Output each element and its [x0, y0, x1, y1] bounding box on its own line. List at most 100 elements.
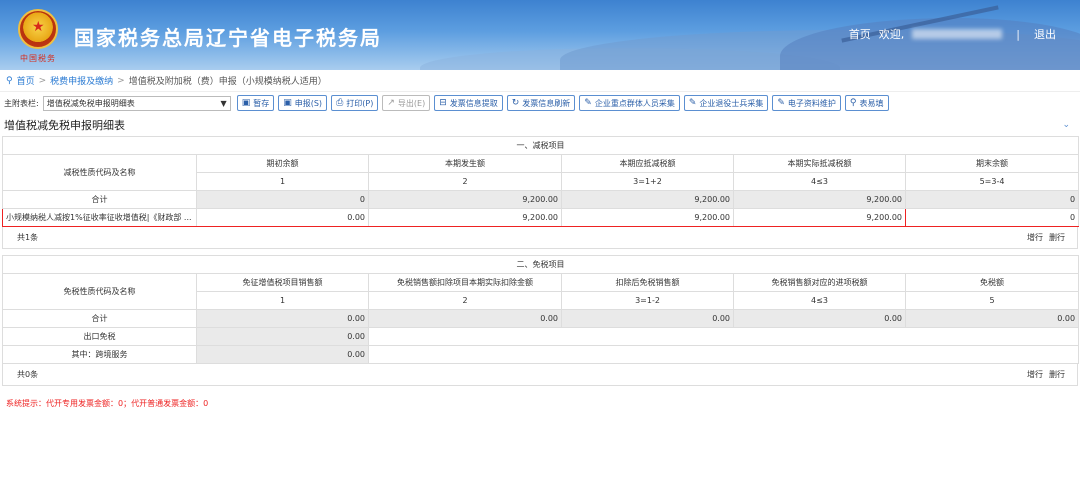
breadcrumb-arrow: > [117, 75, 125, 86]
exemption-title: 二、免税项目 [1, 255, 1080, 274]
breadcrumb: ⚲ 首页 > 税费申报及缴纳 > 增值税及附加税（费）申报（小规模纳税人适用） [0, 70, 1080, 92]
column-number: 3=1+2 [561, 172, 734, 191]
crossborder-row: 其中：跨境服务 0.00 [2, 345, 1080, 364]
easy-fill-button[interactable]: ⚲ 表易填 [844, 95, 889, 111]
invoice-refresh-button[interactable]: ↻ 发票信息刷新 [506, 95, 576, 111]
table-cell[interactable]: 0 [904, 208, 1080, 227]
delete-row-button[interactable]: 删行 [1049, 369, 1065, 380]
declare-button[interactable]: ▣ 申报(S) [278, 95, 328, 111]
table-select[interactable]: 增值税减免税申报明细表 ▼ [42, 95, 231, 111]
nav-welcome: 欢迎, [878, 28, 905, 41]
key-group-collect-label: 企业重点群体人员采集 [594, 98, 675, 108]
column-header: 本期应抵减税额 [561, 154, 734, 173]
site-header: ★ 中国税务 国家税务总局辽宁省电子税务局 首页 欢迎, | 退出 [0, 0, 1080, 70]
exemption-row-label-header: 免税性质代码及名称 [2, 273, 197, 310]
column-header: 免税销售额对应的进项税额 [733, 273, 906, 292]
reduction-footer: 共1条 增行 删行 [2, 227, 1078, 249]
edit-icon: ✎ [584, 98, 592, 108]
reduction-row-label-header: 减税性质代码及名称 [2, 154, 197, 191]
printer-icon: ⎙ [336, 98, 344, 108]
total-label: 合计 [2, 309, 197, 328]
logout-link[interactable]: 退出 [1034, 26, 1056, 42]
blurred-username [912, 29, 1003, 39]
column-number: 1 [196, 291, 369, 310]
edit-icon: ✎ [688, 98, 697, 108]
table-cell[interactable]: 9,200.00 [368, 208, 562, 227]
declare-label: 申报(S) [294, 98, 323, 108]
breadcrumb-current: 增值税及附加税（费）申报（小规模纳税人适用） [128, 77, 327, 87]
e-document-label: 电子资料维护 [787, 98, 836, 108]
exemption-footer: 共0条 增行 删行 [2, 364, 1078, 386]
crossborder-label: 其中：跨境服务 [2, 345, 197, 364]
nav-separator: | [1016, 27, 1020, 41]
save-draft-label: 暂存 [253, 98, 270, 108]
column-number: 2 [368, 291, 562, 310]
edit-icon: ✎ [777, 98, 785, 108]
record-count: 共1条 [17, 233, 39, 242]
total-row: 合计 0 9,200.00 9,200.00 9,200.00 0 [2, 190, 1080, 209]
emblem-caption: 中国税务 [20, 54, 56, 63]
tax-emblem-icon: ★ [18, 9, 58, 49]
table-cell[interactable]: 0.00 [196, 208, 369, 227]
column-header: 免征增值税项目销售额 [196, 273, 369, 292]
system-tip: 系统提示：代开专用发票金额：0；代开普通发票金额：0 [6, 399, 209, 408]
easy-fill-label: 表易填 [859, 98, 884, 108]
export-row: 出口免税 0.00 [2, 327, 1080, 346]
header-nav: 首页 欢迎, | 退出 [849, 26, 1056, 42]
reduction-item-name[interactable]: 小规模纳税人减按1%征收率征收增值税|《财政部 ... [2, 208, 197, 227]
column-header: 本期发生额 [368, 154, 562, 173]
chevron-down-icon: ▼ [220, 98, 227, 108]
total-cell: 0 [904, 190, 1080, 209]
column-number: 4≤3 [733, 291, 906, 310]
site-title: 国家税务总局辽宁省电子税务局 [74, 26, 382, 50]
veteran-collect-label: 企业退役士兵采集 [699, 98, 764, 108]
column-header: 扣除后免税销售额 [561, 273, 734, 292]
column-number: 1 [196, 172, 369, 191]
add-row-button[interactable]: 增行 [1027, 232, 1043, 243]
export-label: 出口免税 [2, 327, 197, 346]
section-title: 增值税减免税申报明细表 [4, 119, 125, 132]
crossborder-value: 0.00 [196, 345, 369, 364]
invoice-extract-button[interactable]: ⊟ 发票信息提取 [434, 95, 503, 111]
record-count: 共0条 [17, 370, 39, 379]
column-header: 期末余额 [904, 154, 1080, 173]
empty-cell [367, 345, 1080, 364]
invoice-extract-label: 发票信息提取 [449, 98, 498, 108]
breadcrumb-tax-declaration[interactable]: 税费申报及缴纳 [50, 74, 113, 87]
section-header: 增值税减免税申报明细表 ⌄ [0, 114, 1080, 136]
table-select-value: 增值税减免税申报明细表 [46, 98, 135, 108]
export-icon: ↗ [387, 98, 395, 108]
veteran-collect-button[interactable]: ✎ 企业退役士兵采集 [683, 95, 769, 111]
save-draft-button[interactable]: ▣ 暂存 [236, 95, 275, 111]
print-button[interactable]: ⎙ 打印(P) [331, 95, 379, 111]
key-group-collect-button[interactable]: ✎ 企业重点群体人员采集 [579, 95, 680, 111]
table-cell[interactable]: 9,200.00 [733, 208, 906, 227]
empty-cell [367, 327, 1080, 346]
breadcrumb-home[interactable]: 首页 [17, 74, 35, 87]
total-cell: 9,200.00 [733, 190, 906, 209]
total-label: 合计 [2, 190, 197, 209]
column-number: 5=3-4 [904, 172, 1080, 191]
invoice-refresh-label: 发票信息刷新 [522, 98, 571, 108]
delete-row-button[interactable]: 删行 [1049, 232, 1065, 243]
column-header: 免税销售额扣除项目本期实际扣除金额 [368, 273, 562, 292]
table-cell[interactable]: 9,200.00 [561, 208, 734, 227]
total-row: 合计 0.00 0.00 0.00 0.00 0.00 [2, 309, 1080, 328]
search-icon: ⚲ [849, 98, 857, 108]
nav-home-link[interactable]: 首页 [849, 26, 871, 42]
table-row[interactable]: 小规模纳税人减按1%征收率征收增值税|《财政部 ... 0.00 9,200.0… [2, 208, 1080, 227]
export-button[interactable]: ↗ 导出(E) [382, 95, 431, 111]
export-value: 0.00 [196, 327, 369, 346]
total-cell: 0.00 [904, 309, 1080, 328]
toolbar: 主附表栏: 增值税减免税申报明细表 ▼ ▣ 暂存 ▣ 申报(S) ⎙ 打印(P) ↗ 导… [0, 92, 1080, 114]
column-number: 3=1-2 [561, 291, 734, 310]
chevron-down-icon[interactable]: ⌄ [1062, 120, 1070, 130]
column-number: 2 [368, 172, 562, 191]
total-cell: 0.00 [196, 309, 369, 328]
e-document-button[interactable]: ✎ 电子资料维护 [772, 95, 841, 111]
refresh-icon: ↻ [511, 98, 520, 108]
breadcrumb-arrow: > [38, 75, 47, 86]
add-row-button[interactable]: 增行 [1027, 369, 1043, 380]
location-pin-icon: ⚲ [6, 75, 13, 86]
total-cell: 0.00 [733, 309, 906, 328]
